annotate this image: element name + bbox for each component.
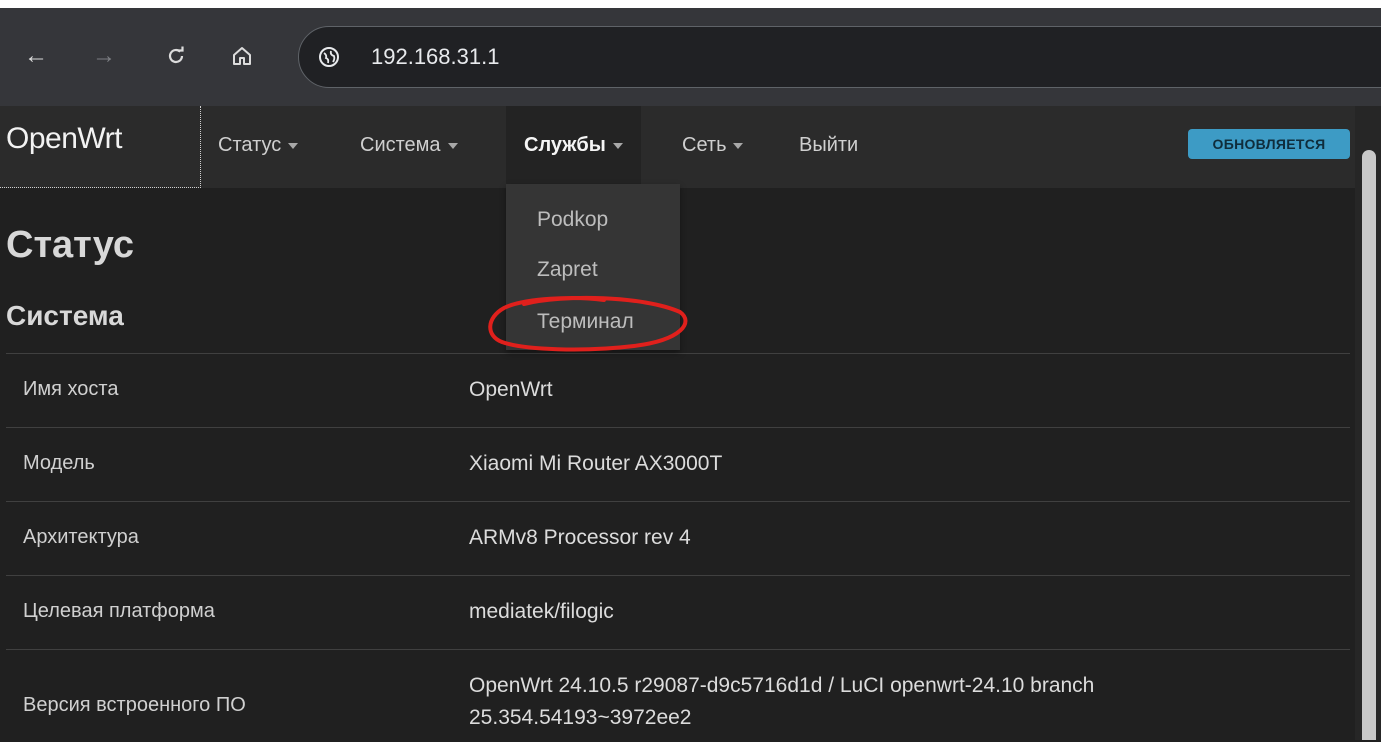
url-text: 192.168.31.1 <box>371 44 500 69</box>
row-label: Архитектура <box>23 526 139 548</box>
menu-network-label: Сеть <box>682 134 727 156</box>
section-title: Система <box>6 300 124 331</box>
menu-logout[interactable]: Выйти <box>799 106 858 184</box>
menu-system[interactable]: Система <box>360 106 458 184</box>
dropdown-item-zapret[interactable]: Zapret <box>537 258 598 282</box>
row-value: OpenWrt 24.10.5 r29087-d9c5716d1d / LuCI… <box>469 670 1094 734</box>
reload-button[interactable] <box>158 38 194 74</box>
site-info-icon[interactable] <box>317 45 341 69</box>
menu-system-label: Система <box>360 134 441 156</box>
caret-down-icon <box>612 142 623 149</box>
caret-down-icon <box>288 142 299 149</box>
table-row: Модель Xiaomi Mi Router AX3000T <box>6 427 1350 502</box>
menu-services[interactable]: Службы <box>506 106 641 184</box>
window-top-edge <box>0 0 1381 8</box>
forward-button[interactable]: → <box>86 38 122 74</box>
row-value-line: OpenWrt 24.10.5 r29087-d9c5716d1d / LuCI… <box>469 674 1095 697</box>
menu-network[interactable]: Сеть <box>682 106 744 184</box>
menu-status[interactable]: Статус <box>218 106 299 184</box>
menu-services-label: Службы <box>524 134 606 156</box>
table-row: Имя хоста OpenWrt <box>6 353 1350 428</box>
row-label: Модель <box>23 452 95 474</box>
table-row: Версия встроенного ПО OpenWrt 24.10.5 r2… <box>6 649 1350 742</box>
caret-down-icon <box>447 142 458 149</box>
home-icon <box>233 47 251 65</box>
back-button[interactable]: ← <box>18 38 54 74</box>
caret-down-icon <box>733 142 744 149</box>
page-title: Статус <box>6 224 135 266</box>
arrow-right-icon: → <box>92 42 116 69</box>
row-value: ARMv8 Processor rev 4 <box>469 526 691 549</box>
address-bar[interactable]: 192.168.31.1 <box>298 26 1381 88</box>
scrollbar-thumb[interactable] <box>1362 150 1376 740</box>
refresh-status-badge[interactable]: ОБНОВЛЯЕТСЯ <box>1188 129 1350 159</box>
table-row: Архитектура ARMv8 Processor rev 4 <box>6 501 1350 576</box>
luci-header: OpenWrt Статус Система Службы Сеть Выйти <box>0 106 1381 188</box>
row-value: OpenWrt <box>469 378 553 401</box>
arrow-left-icon: ← <box>24 42 48 69</box>
row-value: Xiaomi Mi Router AX3000T <box>469 452 723 475</box>
row-value-line: 25.354.54193~3972ee2 <box>469 706 692 729</box>
reload-icon <box>168 46 184 64</box>
row-label: Версия встроенного ПО <box>23 694 246 716</box>
browser-toolbar: ← → 192.168.31.1 <box>0 8 1381 106</box>
dropdown-item-terminal[interactable]: Терминал <box>537 310 634 334</box>
services-dropdown: Podkop Zapret Терминал <box>506 184 680 350</box>
dropdown-item-podkop[interactable]: Podkop <box>537 208 608 232</box>
table-row: Целевая платформа mediatek/filogic <box>6 575 1350 650</box>
brand-logo[interactable]: OpenWrt <box>0 106 201 188</box>
home-button[interactable] <box>224 38 260 74</box>
row-label: Имя хоста <box>23 378 119 400</box>
row-label: Целевая платформа <box>23 600 215 622</box>
menu-status-label: Статус <box>218 134 282 156</box>
menu-logout-label: Выйти <box>799 134 859 156</box>
row-value: mediatek/filogic <box>469 600 614 623</box>
